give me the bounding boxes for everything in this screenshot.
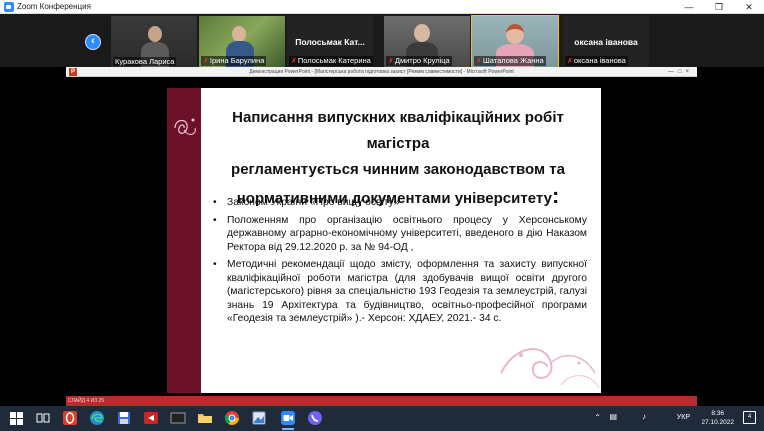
mic-muted-icon: ✗ — [388, 58, 394, 65]
terminal-icon[interactable] — [170, 410, 186, 426]
participant-tile[interactable]: оксана іванова ✗оксана іванова — [563, 16, 649, 67]
photo-viewer-icon[interactable] — [251, 410, 267, 426]
bullet-item: Положенням про організацію освітнього пр… — [213, 214, 587, 255]
clock-date: 27.10.2022 — [701, 419, 734, 426]
participant-name: Куракова Лариса — [113, 57, 177, 66]
slide: Написання випускних кваліфікаційних робі… — [167, 88, 601, 393]
participant-tile[interactable]: Куракова Лариса — [111, 16, 197, 67]
volume-icon[interactable]: ♪ — [642, 412, 646, 421]
zoom-taskbar-icon[interactable] — [280, 410, 296, 430]
ppt-window-title: Демонстрация PowerPoint - [Магістерська … — [249, 69, 514, 75]
viber-icon[interactable] — [307, 410, 323, 426]
edge-icon[interactable] — [89, 410, 105, 426]
mic-muted-icon: ✗ — [476, 58, 482, 65]
chevron-up-icon[interactable]: ⌃ — [594, 413, 601, 422]
window-title: Zoom Конференция — [17, 2, 91, 11]
ppt-window-controls: —□× — [667, 69, 693, 75]
participant-name: ✗Полосьмак Катерина — [289, 56, 373, 66]
file-explorer-icon[interactable] — [197, 410, 213, 426]
close-button[interactable]: ✕ — [734, 0, 764, 14]
minimize-button[interactable]: — — [674, 0, 704, 14]
zoom-app-icon — [4, 2, 14, 12]
participant-tile[interactable]: ✗Дмитро Круліца — [384, 16, 470, 67]
slide-bullet-list: Законом України «Про вищу освіту» Положе… — [213, 196, 587, 330]
participant-name: ✗Дмитро Круліца — [386, 56, 452, 66]
ppt-titlebar: P Демонстрация PowerPoint - [Магістерськ… — [66, 67, 697, 77]
participant-name: ✗Шаталова Жанна — [474, 56, 546, 66]
chevron-left-icon: ‹ — [91, 35, 95, 47]
system-tray: ⌃ ▤ ♪ УКР 8:36 27.10.2022 4 — [564, 406, 764, 431]
participant-gallery: ‹ Куракова Лариса ✗Ірина Барулина Полось… — [0, 14, 764, 68]
slide-title-line: регламентується чинним законодавством та — [231, 161, 565, 178]
save-disk-icon[interactable] — [116, 410, 132, 426]
participant-tile[interactable]: Полосьмак Кат... ✗Полосьмак Катерина — [287, 16, 373, 67]
bullet-item: Законом України «Про вищу освіту» — [213, 196, 587, 210]
app-red-icon[interactable] — [143, 410, 159, 426]
windows-start-button[interactable] — [9, 410, 25, 426]
participant-name: ✗Ірина Барулина — [201, 56, 267, 66]
notification-count: 4 — [747, 414, 752, 420]
slide-title-line: Написання випускних кваліфікаційних робі… — [232, 109, 564, 152]
gallery-prev-button[interactable]: ‹ — [85, 34, 101, 50]
bullet-item: Методичні рекомендації щодо змісту, офор… — [213, 258, 587, 326]
zoom-titlebar: Zoom Конференция — ❐ ✕ — [0, 0, 764, 14]
window-controls: — ❐ ✕ — [674, 0, 764, 14]
slide-counter: СЛАЙД 4 ИЗ 25 — [68, 398, 105, 404]
mic-muted-icon: ✗ — [203, 58, 209, 65]
chrome-icon[interactable] — [224, 410, 240, 426]
mic-muted-icon: ✗ — [291, 58, 297, 65]
opera-icon[interactable] — [62, 410, 78, 426]
clock[interactable]: 8:36 27.10.2022 — [701, 409, 734, 427]
clock-time: 8:36 — [711, 410, 725, 417]
participant-tile[interactable]: ✗Ірина Барулина — [199, 16, 285, 67]
slide-area: Написання випускних кваліфікаційних робі… — [66, 77, 697, 396]
participant-name: ✗оксана іванова — [565, 56, 628, 66]
mic-muted-icon: ✗ — [567, 58, 573, 65]
network-icon[interactable]: ▤ — [609, 412, 617, 421]
ppt-status-bar: СЛАЙД 4 ИЗ 25 — [66, 396, 697, 406]
language-indicator[interactable]: УКР — [677, 414, 690, 421]
taskbar: ⌃ ▤ ♪ УКР 8:36 27.10.2022 4 — [0, 406, 764, 431]
notification-center-icon[interactable]: 4 — [743, 411, 756, 424]
maximize-button[interactable]: ❐ — [704, 0, 734, 14]
task-view-icon[interactable] — [35, 410, 51, 426]
flourish-ornament-icon — [174, 118, 196, 135]
shared-screen: P Демонстрация PowerPoint - [Магістерськ… — [66, 67, 697, 406]
participant-tile-active[interactable]: ✗Шаталова Жанна — [471, 15, 559, 68]
flourish-ornament-icon — [500, 348, 600, 389]
